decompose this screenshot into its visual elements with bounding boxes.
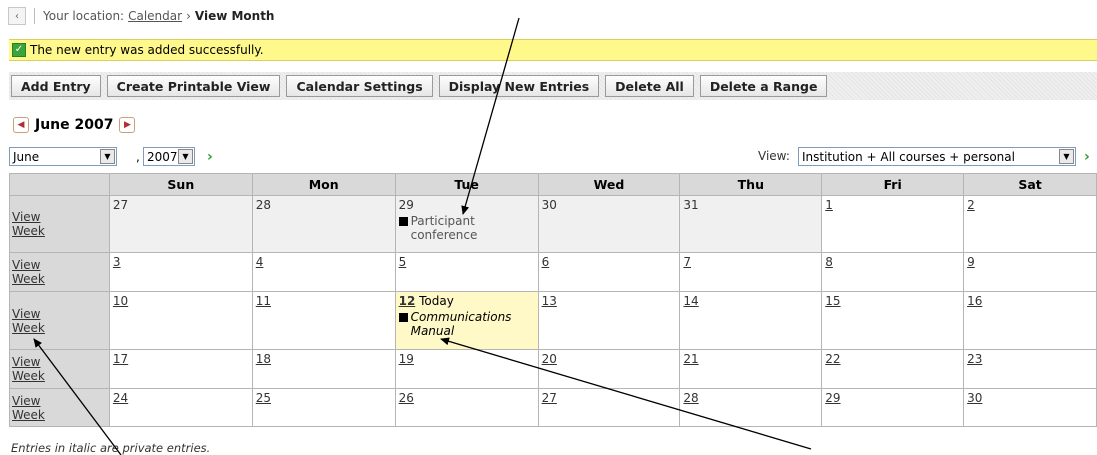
annotation-arrow-view-week <box>33 338 122 455</box>
annotation-arrow-entry <box>461 17 520 215</box>
annotation-arrow-private-entry <box>440 337 812 450</box>
annotation-arrows <box>33 17 812 455</box>
